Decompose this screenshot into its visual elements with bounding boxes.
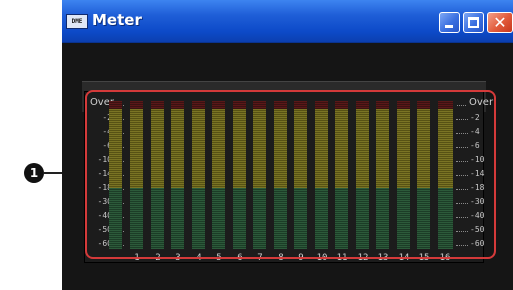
maximize-button[interactable] <box>463 12 484 33</box>
close-button[interactable]: ✕ <box>487 12 513 33</box>
minimize-button[interactable] <box>439 12 460 33</box>
title-bar[interactable]: DME Meter ✕ <box>62 0 513 43</box>
meter-callout-outline <box>85 90 496 259</box>
window-title: Meter <box>92 11 142 29</box>
close-icon: ✕ <box>493 13 507 32</box>
maximize-icon <box>468 17 479 28</box>
callout-number-badge: 1 <box>24 163 44 183</box>
minimize-icon <box>445 25 453 28</box>
dme-app-icon: DME <box>66 14 88 29</box>
